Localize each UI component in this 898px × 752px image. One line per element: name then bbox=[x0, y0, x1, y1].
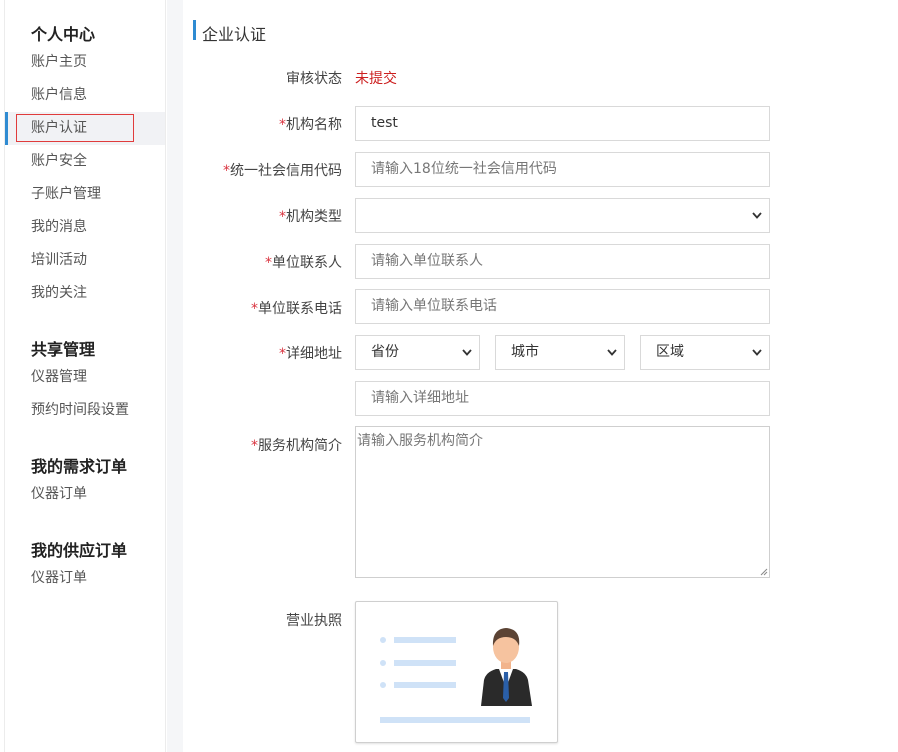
chevron-down-icon bbox=[607, 349, 617, 356]
credit-code-label: *统一社会信用代码 bbox=[223, 163, 342, 179]
page-title: 企业认证 bbox=[202, 25, 267, 44]
required-mark: * bbox=[251, 438, 258, 454]
required-mark: * bbox=[223, 163, 230, 179]
license-upload[interactable] bbox=[355, 601, 558, 743]
address-detail-input[interactable]: 请输入详细地址 bbox=[355, 381, 770, 416]
sidebar-item-supply-instrument-orders[interactable]: 仪器订单 bbox=[5, 562, 165, 595]
sidebar-section-supply-orders: 我的供应订单 bbox=[31, 541, 128, 560]
sidebar-item-instrument-management[interactable]: 仪器管理 bbox=[5, 361, 165, 394]
resize-handle-icon[interactable] bbox=[758, 566, 768, 576]
sidebar-item-training[interactable]: 培训活动 bbox=[5, 244, 165, 277]
chevron-down-icon bbox=[462, 349, 472, 356]
phone-label: *单位联系电话 bbox=[251, 301, 342, 317]
sidebar-item-demand-instrument-orders[interactable]: 仪器订单 bbox=[5, 478, 165, 511]
city-select[interactable]: 城市 bbox=[495, 335, 625, 370]
sidebar-item-account-home[interactable]: 账户主页 bbox=[5, 46, 165, 79]
layout-gutter bbox=[167, 0, 183, 752]
status-value: 未提交 bbox=[355, 71, 397, 87]
sidebar-item-account-info[interactable]: 账户信息 bbox=[5, 79, 165, 112]
org-name-input[interactable]: test bbox=[355, 106, 770, 141]
org-type-select[interactable] bbox=[355, 198, 770, 233]
org-type-label: *机构类型 bbox=[279, 209, 342, 225]
sidebar-item-account-verification[interactable]: 账户认证 bbox=[5, 112, 165, 145]
phone-input[interactable]: 请输入单位联系电话 bbox=[355, 289, 770, 324]
chevron-down-icon bbox=[752, 212, 762, 219]
sidebar: 个人中心 账户主页 账户信息 账户认证 账户安全 子账户管理 我的消息 培训活动… bbox=[4, 0, 166, 752]
main-content: 企业认证 审核状态 未提交 *机构名称 test *统一社会信用代码 请输入18… bbox=[183, 0, 898, 752]
required-mark: * bbox=[279, 117, 286, 133]
active-indicator bbox=[5, 112, 8, 145]
sidebar-item-follows[interactable]: 我的关注 bbox=[5, 277, 165, 310]
org-name-label: *机构名称 bbox=[279, 117, 342, 133]
sidebar-section-demand-orders: 我的需求订单 bbox=[31, 457, 128, 476]
license-label: 营业执照 bbox=[286, 613, 342, 629]
intro-label: *服务机构简介 bbox=[251, 438, 342, 454]
required-mark: * bbox=[251, 301, 258, 317]
required-mark: * bbox=[279, 346, 286, 362]
contact-input[interactable]: 请输入单位联系人 bbox=[355, 244, 770, 279]
sidebar-section-sharing: 共享管理 bbox=[31, 340, 96, 359]
sidebar-item-account-security[interactable]: 账户安全 bbox=[5, 145, 165, 178]
province-select[interactable]: 省份 bbox=[355, 335, 480, 370]
credit-code-input[interactable]: 请输入18位统一社会信用代码 bbox=[355, 152, 770, 187]
status-label: 审核状态 bbox=[286, 71, 342, 87]
address-label: *详细地址 bbox=[279, 346, 342, 362]
intro-textarea[interactable]: 请输入服务机构简介 bbox=[355, 426, 770, 578]
sidebar-section-personal-center: 个人中心 bbox=[31, 25, 96, 44]
chevron-down-icon bbox=[752, 349, 762, 356]
id-card-placeholder-icon bbox=[380, 628, 532, 723]
sidebar-item-messages[interactable]: 我的消息 bbox=[5, 211, 165, 244]
sidebar-item-booking-slots[interactable]: 预约时间段设置 bbox=[5, 394, 165, 427]
required-mark: * bbox=[265, 255, 272, 271]
sidebar-item-sub-account[interactable]: 子账户管理 bbox=[5, 178, 165, 211]
contact-label: *单位联系人 bbox=[265, 255, 342, 271]
district-select[interactable]: 区域 bbox=[640, 335, 770, 370]
required-mark: * bbox=[279, 209, 286, 225]
title-accent-bar bbox=[193, 20, 196, 40]
